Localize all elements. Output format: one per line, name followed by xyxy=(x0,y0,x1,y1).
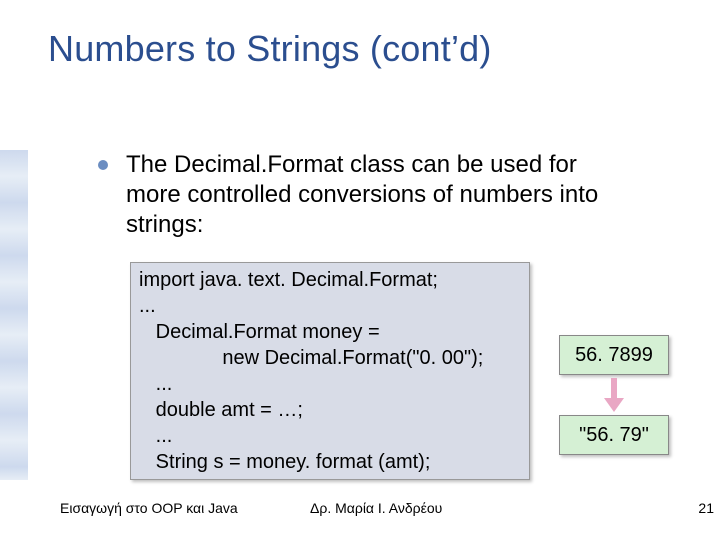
value-after-text: "56. 79" xyxy=(579,424,649,447)
bullet-dot-icon xyxy=(98,160,108,170)
side-decoration xyxy=(0,150,28,480)
value-after-box: "56. 79" xyxy=(559,415,669,455)
value-before-text: 56. 7899 xyxy=(575,344,653,367)
code-box: import java. text. Decimal.Format; ... D… xyxy=(130,262,530,480)
code-line: double amt = …; xyxy=(139,397,521,423)
page-number: 21 xyxy=(698,500,714,516)
code-line: ... xyxy=(139,371,521,397)
arrow-down-icon xyxy=(606,378,622,412)
footer-center: Δρ. Μαρία Ι. Ανδρέου xyxy=(310,500,442,516)
value-before-box: 56. 7899 xyxy=(559,335,669,375)
bullet-text: The Decimal.Format class can be used for… xyxy=(126,150,626,240)
code-line: ... xyxy=(139,423,521,449)
footer-left: Εισαγωγή στο OOP και Java xyxy=(60,500,238,516)
code-line: new Decimal.Format("0. 00"); xyxy=(139,345,521,371)
code-line: String s = money. format (amt); xyxy=(139,449,521,475)
code-line: Decimal.Format money = xyxy=(139,319,521,345)
slide: Numbers to Strings (cont’d) The Decimal.… xyxy=(0,0,720,540)
code-line: ... xyxy=(139,293,521,319)
bullet-item: The Decimal.Format class can be used for… xyxy=(98,150,626,240)
slide-title: Numbers to Strings (cont’d) xyxy=(48,28,492,70)
code-line: import java. text. Decimal.Format; xyxy=(139,267,521,293)
